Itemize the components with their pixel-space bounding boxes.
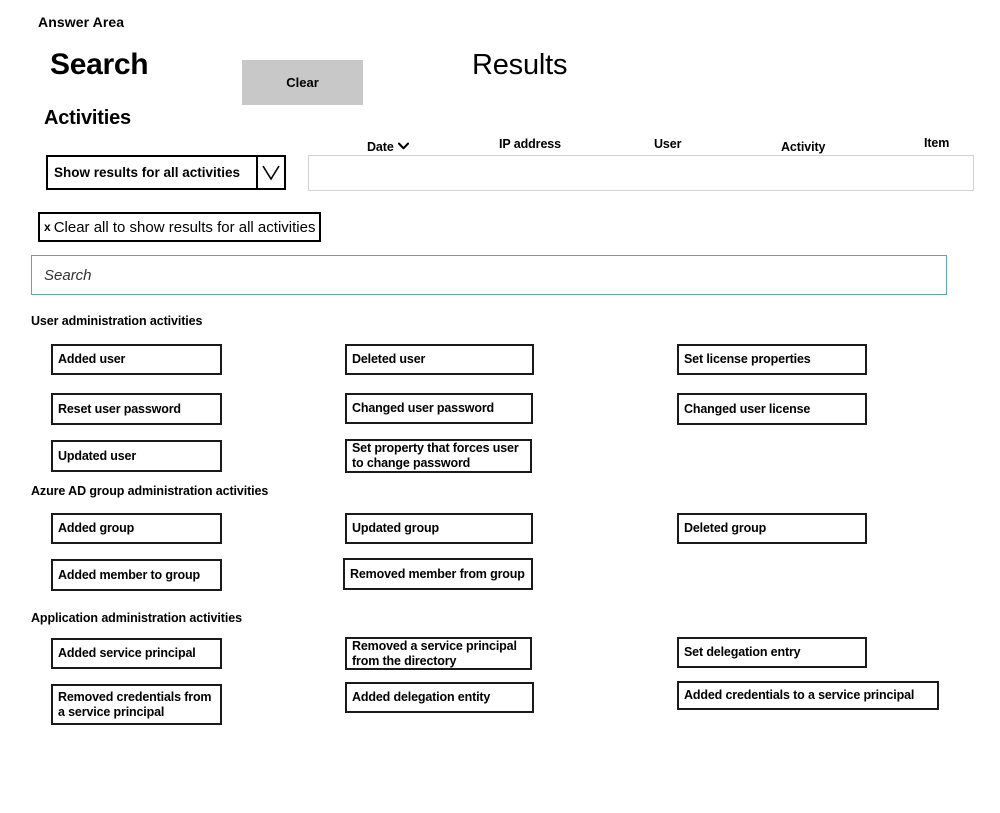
activity-option-label: Removed credentials from a service princ… bbox=[58, 689, 212, 719]
section-heading: Application administration activities bbox=[31, 611, 242, 625]
activity-option-label: Added member to group bbox=[58, 567, 200, 582]
activity-option-label: Set property that forces user to change … bbox=[352, 441, 519, 470]
results-table-body[interactable] bbox=[308, 155, 974, 191]
activity-option-label: Updated group bbox=[352, 521, 439, 535]
activity-option-label: Added delegation entity bbox=[352, 690, 491, 704]
activity-option-box[interactable]: Changed user license bbox=[677, 393, 867, 425]
results-column-header-label: IP address bbox=[499, 137, 562, 151]
section-heading: User administration activities bbox=[31, 314, 203, 328]
activity-option-box[interactable]: Updated user bbox=[51, 440, 222, 472]
results-column-header-item[interactable]: Item bbox=[924, 136, 949, 150]
results-column-header-user[interactable]: User bbox=[654, 137, 682, 151]
clear-all-filter-chip[interactable]: x Clear all to show results for all acti… bbox=[38, 212, 322, 242]
activity-option-label: Added group bbox=[58, 521, 135, 535]
activity-option-box[interactable]: Set property that forces user to change … bbox=[345, 439, 532, 473]
section-heading: Azure AD group administration activities bbox=[31, 484, 269, 498]
activity-option-box[interactable]: Added group bbox=[51, 513, 222, 544]
activity-option-label: Set license properties bbox=[684, 352, 811, 366]
activity-option-label: Set delegation entry bbox=[684, 645, 801, 659]
activity-option-box[interactable]: Deleted group bbox=[677, 513, 867, 544]
results-column-header-label: Activity bbox=[781, 140, 826, 154]
activity-option-box[interactable]: Removed member from group bbox=[343, 558, 533, 590]
activity-option-box[interactable]: Added user bbox=[51, 344, 222, 375]
activity-option-label: Deleted user bbox=[352, 352, 426, 366]
activity-option-box[interactable]: Reset user password bbox=[51, 393, 222, 425]
activity-option-box[interactable]: Updated group bbox=[345, 513, 533, 544]
activity-option-box[interactable]: Set license properties bbox=[677, 344, 867, 375]
chevron-down-icon[interactable] bbox=[397, 139, 409, 153]
close-x-icon[interactable]: x bbox=[44, 221, 51, 233]
search-field-wrapper bbox=[31, 255, 947, 295]
results-column-header-label: Date bbox=[367, 140, 394, 154]
activities-filter-selected-label: Show results for all activities bbox=[54, 165, 241, 180]
results-column-header-date[interactable]: Date bbox=[367, 139, 409, 154]
results-column-header-activity[interactable]: Activity bbox=[781, 140, 825, 154]
answer-area-label: Answer Area bbox=[38, 14, 125, 30]
activity-option-label: Updated user bbox=[58, 448, 137, 463]
activity-option-label: Changed user password bbox=[352, 401, 495, 415]
chevron-down-icon[interactable] bbox=[256, 157, 284, 188]
activity-option-box[interactable]: Set delegation entry bbox=[677, 637, 867, 668]
results-column-header-label: Item bbox=[924, 136, 950, 150]
activity-option-box[interactable]: Removed a service principal from the dir… bbox=[345, 637, 532, 670]
activity-option-label: Deleted group bbox=[684, 521, 767, 535]
activity-option-label: Added service principal bbox=[58, 646, 196, 660]
clear-button[interactable]: Clear bbox=[242, 60, 363, 105]
activity-option-box[interactable]: Added service principal bbox=[51, 638, 222, 669]
clear-all-filter-chip-label: Clear all to show results for all activi… bbox=[53, 218, 316, 236]
activity-option-label: Removed member from group bbox=[350, 566, 525, 581]
results-column-header-label: User bbox=[654, 137, 682, 151]
search-panel-title: Search bbox=[50, 48, 149, 81]
activity-option-label: Added user bbox=[58, 352, 126, 366]
activity-option-box[interactable]: Removed credentials from a service princ… bbox=[51, 684, 222, 725]
activity-option-label: Added credentials to a service principal bbox=[684, 688, 915, 702]
activity-option-box[interactable]: Changed user password bbox=[345, 393, 533, 424]
activity-option-box[interactable]: Deleted user bbox=[345, 344, 534, 375]
activity-option-box[interactable]: Added delegation entity bbox=[345, 682, 534, 713]
activities-section-title: Activities bbox=[44, 107, 131, 129]
search-input[interactable] bbox=[32, 256, 946, 294]
results-column-header-ip-address[interactable]: IP address bbox=[499, 137, 561, 151]
activity-option-label: Reset user password bbox=[58, 401, 181, 416]
activity-option-box[interactable]: Added member to group bbox=[51, 559, 222, 591]
activity-option-label: Changed user license bbox=[684, 401, 811, 416]
activity-option-label: Removed a service principal from the dir… bbox=[352, 638, 517, 668]
results-panel-title: Results bbox=[472, 49, 568, 81]
activities-filter-dropdown[interactable]: Show results for all activities bbox=[46, 155, 286, 190]
activity-option-box[interactable]: Added credentials to a service principal bbox=[677, 681, 939, 710]
